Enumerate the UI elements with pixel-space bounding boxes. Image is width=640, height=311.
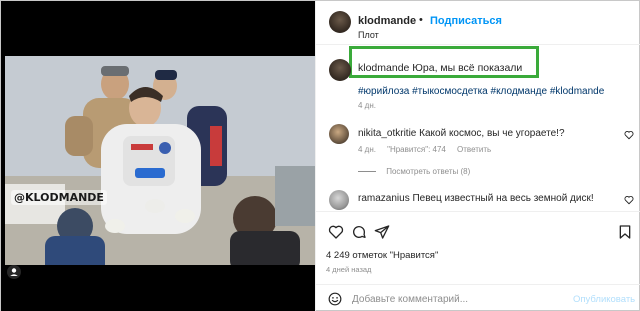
comment-username[interactable]: ramazanius — [358, 193, 410, 204]
reply-button[interactable]: Ответить — [457, 145, 491, 154]
comment-username[interactable]: nikita_otkritie — [358, 128, 416, 139]
comment-time: 4 дн. — [358, 145, 376, 154]
comment-likes[interactable]: "Нравится": 474 — [387, 145, 446, 154]
comment-avatar[interactable] — [329, 190, 349, 210]
posted-time: 4 дней назад — [326, 265, 372, 274]
author-avatar[interactable] — [329, 11, 351, 33]
comment-bubble-icon[interactable] — [351, 224, 367, 240]
post-header: klodmande • Подписаться Плот — [316, 1, 640, 45]
photo-watermark: @KLODMANDE — [11, 190, 107, 205]
comment-like-heart-icon[interactable] — [624, 195, 634, 205]
bookmark-save-icon[interactable] — [617, 224, 633, 240]
view-replies-button[interactable]: Посмотреть ответы (8) — [358, 167, 470, 176]
instagram-post: @KLODMANDE klodmande • Подписаться Плот … — [0, 0, 640, 311]
author-username[interactable]: klodmande — [358, 15, 416, 27]
tagged-users-icon[interactable] — [7, 265, 21, 279]
caption-username[interactable]: klodmande — [358, 62, 409, 74]
share-send-icon[interactable] — [374, 224, 390, 240]
caption-body: Юра, мы всё показали — [412, 62, 523, 74]
post-media[interactable]: @KLODMANDE — [1, 1, 315, 311]
header-separator: • — [419, 14, 423, 26]
caption-author-avatar[interactable] — [329, 59, 351, 81]
post-photo: @KLODMANDE — [5, 56, 315, 265]
comment-text: ramazanius Певец известный на весь земно… — [358, 193, 594, 204]
caption-hashtags[interactable]: #юрийлоза #тыкосмосдетка #клодманде #klo… — [358, 86, 604, 97]
comment-body: Какой космос, вы че угораете!? — [419, 128, 565, 139]
publish-button[interactable]: Опубликовать — [573, 294, 635, 305]
comment-body: Певец известный на весь земной диск! — [412, 193, 594, 204]
comment-text: nikita_otkritie Какой космос, вы че угор… — [358, 128, 565, 139]
like-heart-icon[interactable] — [328, 224, 344, 240]
post-side-panel: klodmande • Подписаться Плот klodmande Ю… — [315, 1, 640, 311]
likes-count[interactable]: 4 249 отметок "Нравится" — [326, 250, 438, 261]
comment-avatar[interactable] — [329, 124, 349, 144]
comment-meta: 4 дн. "Нравится": 474 Ответить — [358, 145, 491, 154]
astronaut-photo-illustration — [5, 56, 315, 265]
view-replies-label: Посмотреть ответы (8) — [386, 167, 471, 176]
caption-time: 4 дн. — [358, 101, 376, 110]
emoji-smiley-icon[interactable] — [328, 292, 342, 306]
replies-divider — [358, 171, 376, 173]
comment-input[interactable] — [352, 291, 562, 307]
comment-like-heart-icon[interactable] — [624, 130, 634, 140]
post-location[interactable]: Плот — [358, 30, 379, 40]
add-comment-bar: Опубликовать — [316, 284, 640, 311]
follow-button[interactable]: Подписаться — [430, 15, 502, 27]
caption-text: klodmande Юра, мы всё показали — [358, 62, 522, 74]
post-actions-bar — [316, 211, 640, 243]
